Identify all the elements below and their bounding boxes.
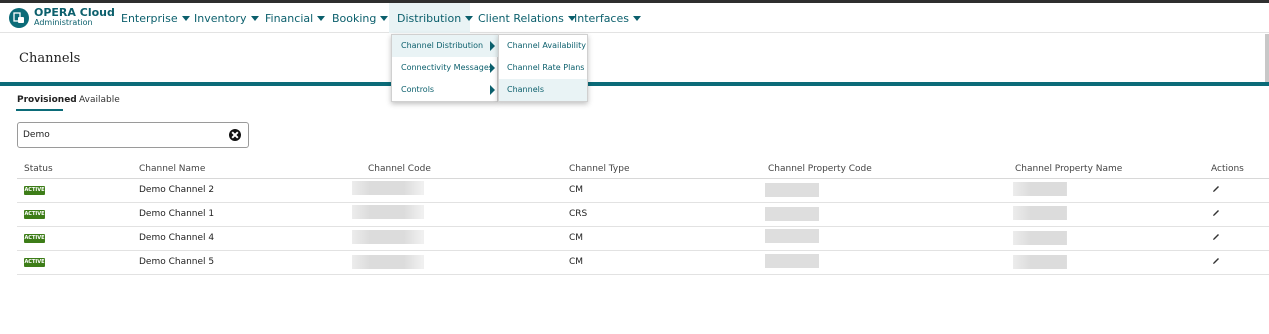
table-header-divider [17,178,1269,179]
menu-distribution-label: Distribution [397,11,462,25]
page-title: Channels [19,51,81,66]
redacted-property-code [765,183,819,197]
menu-item-label: Controls [401,85,435,94]
chevron-right-icon [490,63,495,73]
distribution-dropdown-menu: Channel Distribution Connectivity Messag… [391,34,499,102]
menu-booking[interactable]: Booking [324,3,396,33]
redacted-property-code [765,229,819,243]
menu-distribution[interactable]: Distribution [389,3,474,33]
header-divider [0,82,1269,86]
clear-search-icon[interactable] [229,129,241,141]
status-badge: ACTIVE [24,186,45,195]
app-brand: OPERA Cloud Administration [34,7,115,27]
row-divider [17,226,1269,227]
column-header-channel-name[interactable]: Channel Name [139,164,205,174]
menu-item-label: Connectivity Messages [401,63,493,72]
status-badge: ACTIVE [24,258,45,267]
redacted-property-name [1013,182,1067,196]
menu-booking-label: Booking [332,11,377,25]
channel-name: Demo Channel 2 [139,185,215,195]
submenu-item-channel-rate-plans[interactable]: Channel Rate Plans [499,57,587,79]
redacted-property-name [1013,206,1067,220]
search-field [17,122,249,148]
menu-enterprise-label: Enterprise [121,11,178,25]
edit-pencil-icon[interactable] [1211,232,1221,242]
menu-financial-label: Financial [265,11,314,25]
redacted-property-name [1013,255,1067,269]
channel-distribution-submenu: Channel Availability Channel Rate Plans … [498,34,588,102]
status-badge: ACTIVE [24,210,45,219]
menu-interfaces[interactable]: Interfaces [566,3,649,33]
redacted-channel-code [352,205,424,219]
row-divider [17,250,1269,251]
redacted-channel-code [352,230,424,244]
page-scrollbar[interactable] [1265,34,1269,82]
channel-name: Demo Channel 1 [139,209,215,219]
tab-provisioned[interactable]: Provisioned [17,95,77,105]
column-header-status[interactable]: Status [24,164,53,174]
menu-inventory[interactable]: Inventory [186,3,267,33]
channel-type: CRS [569,209,588,219]
redacted-channel-code [352,181,424,195]
redacted-channel-code [352,255,424,269]
column-header-channel-property-name[interactable]: Channel Property Name [1015,164,1122,174]
column-header-channel-code[interactable]: Channel Code [368,164,431,174]
submenu-item-channel-availability[interactable]: Channel Availability [499,35,587,57]
channel-type: CM [569,185,584,195]
redacted-property-code [765,207,819,221]
menu-financial[interactable]: Financial [257,3,333,33]
channel-name: Demo Channel 4 [139,233,215,243]
menu-enterprise[interactable]: Enterprise [113,3,198,33]
chevron-down-icon [380,15,389,21]
submenu-item-channels[interactable]: Channels [499,79,587,101]
chevron-right-icon [490,41,495,51]
row-divider [17,202,1269,203]
redacted-property-code [765,254,819,268]
active-tab-indicator [16,109,63,111]
channel-type: CM [569,233,584,243]
redacted-property-name [1013,231,1067,245]
top-navigation-bar: OPERA Cloud Administration Enterprise In… [0,3,1269,33]
opera-logo-icon[interactable] [9,8,29,28]
menu-inventory-label: Inventory [194,11,247,25]
menu-item-channel-distribution[interactable]: Channel Distribution [392,35,499,57]
chevron-down-icon [632,15,641,21]
tab-available[interactable]: Available [79,95,120,105]
status-badge: ACTIVE [24,234,45,243]
menu-item-connectivity-messages[interactable]: Connectivity Messages [392,57,499,79]
channel-name: Demo Channel 5 [139,257,215,267]
menu-item-controls[interactable]: Controls [392,79,499,101]
brand-subtitle: Administration [34,18,93,27]
menu-item-label: Channel Distribution [401,41,484,50]
menu-client-relations-label: Client Relations [478,11,564,25]
row-divider [17,274,1269,275]
edit-pencil-icon[interactable] [1211,256,1221,266]
chevron-right-icon [490,85,495,95]
column-header-actions: Actions [1211,164,1244,174]
edit-pencil-icon[interactable] [1211,208,1221,218]
channel-type: CM [569,257,584,267]
column-header-channel-type[interactable]: Channel Type [569,164,629,174]
column-header-channel-property-code[interactable]: Channel Property Code [768,164,872,174]
edit-pencil-icon[interactable] [1211,184,1221,194]
menu-interfaces-label: Interfaces [574,11,629,25]
brand-name: OPERA Cloud [34,6,115,19]
search-input[interactable] [23,127,223,143]
